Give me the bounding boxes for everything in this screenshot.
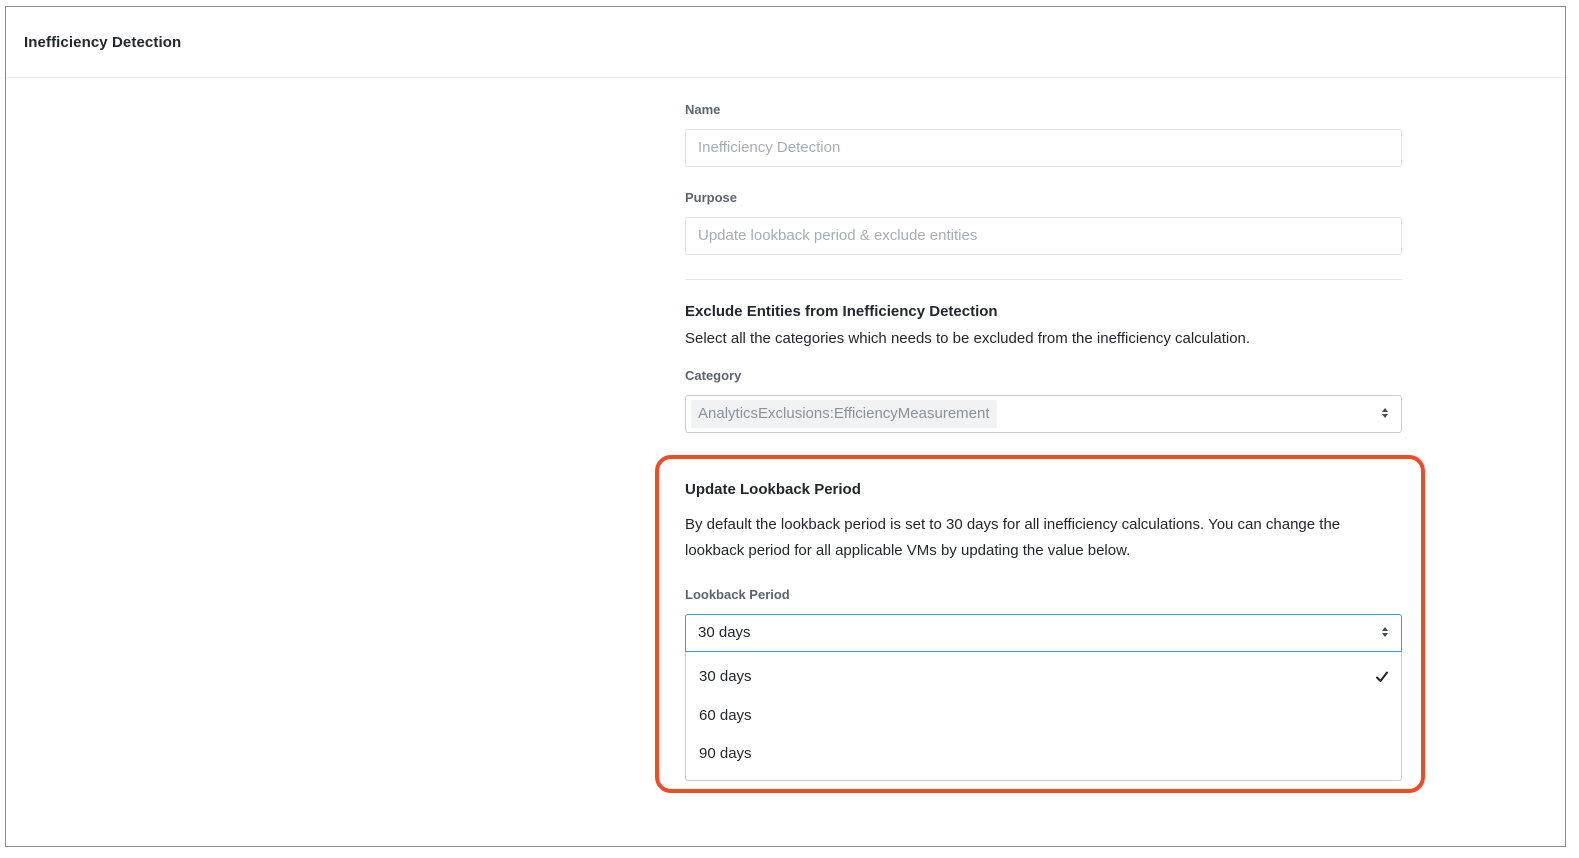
exclude-section-title: Exclude Entities from Inefficiency Detec… <box>685 303 998 320</box>
name-input[interactable]: Inefficiency Detection <box>685 129 1402 167</box>
updown-chevron-icon[interactable] <box>1381 407 1389 421</box>
panel-header: Inefficiency Detection <box>6 7 1565 78</box>
category-label: Category <box>685 368 742 383</box>
category-select[interactable]: AnalyticsExclusions:EfficiencyMeasuremen… <box>685 395 1402 433</box>
exclude-section-description: Select all the categories which needs to… <box>685 330 1251 347</box>
purpose-label: Purpose <box>685 190 738 205</box>
lookback-option-90[interactable]: 90 days <box>686 735 1401 773</box>
updown-chevron-icon[interactable] <box>1381 626 1389 640</box>
name-input-placeholder: Inefficiency Detection <box>698 139 841 156</box>
lookback-section-description: By default the lookback period is set to… <box>685 516 1341 559</box>
lookback-period-dropdown: 30 days 60 days 90 days <box>685 652 1402 781</box>
lookback-period-select[interactable]: 30 days <box>685 614 1402 652</box>
purpose-input[interactable]: Update lookback period & exclude entitie… <box>685 217 1402 255</box>
option-label: 90 days <box>699 745 752 762</box>
name-label: Name <box>685 102 721 117</box>
purpose-input-placeholder: Update lookback period & exclude entitie… <box>698 227 978 244</box>
section-divider <box>685 279 1402 280</box>
lookback-option-60[interactable]: 60 days <box>686 697 1401 735</box>
category-tag[interactable]: AnalyticsExclusions:EfficiencyMeasuremen… <box>691 400 997 428</box>
lookback-period-label: Lookback Period <box>685 587 790 602</box>
option-label: 30 days <box>699 668 752 685</box>
lookback-period-value: 30 days <box>698 624 751 641</box>
option-label: 60 days <box>699 707 752 724</box>
lookback-option-30[interactable]: 30 days <box>686 658 1401 696</box>
page-title: Inefficiency Detection <box>24 34 182 51</box>
lookback-section-title: Update Lookback Period <box>685 481 861 498</box>
check-icon <box>1376 671 1388 682</box>
settings-panel: Inefficiency Detection Name Inefficiency… <box>5 6 1566 847</box>
